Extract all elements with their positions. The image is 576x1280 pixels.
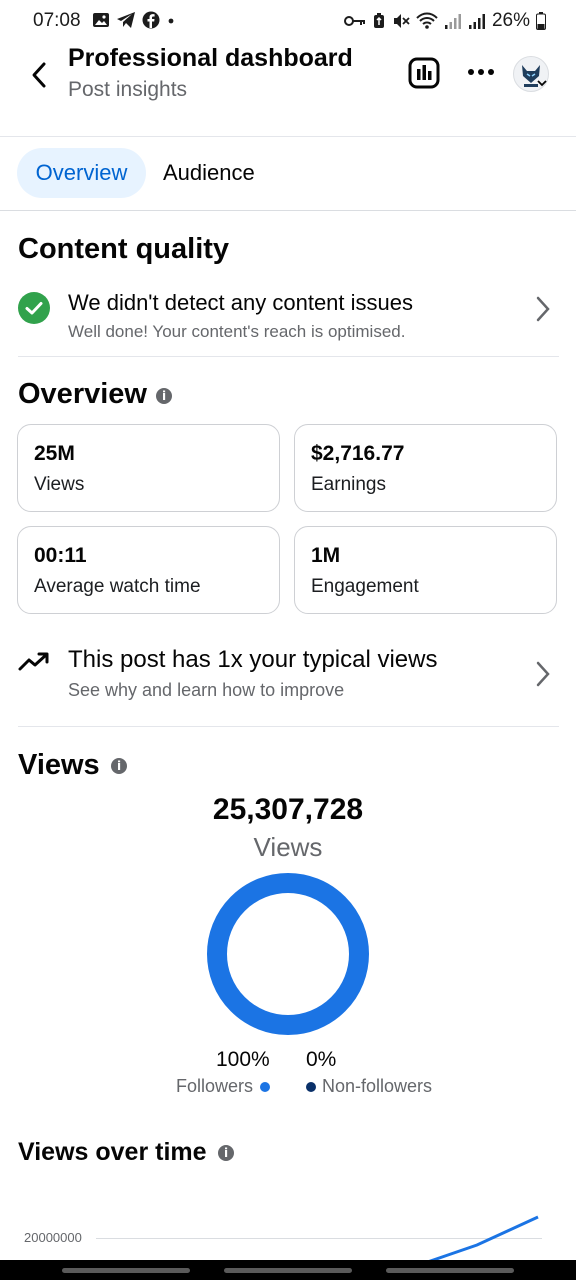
overview-heading: Overview [18,378,147,410]
page-subtitle: Post insights [68,78,188,101]
legend-followers-label: Followers [176,1076,254,1096]
status-bar: 07:08 26% [0,0,576,40]
notification-icons [92,11,176,29]
nav-recent-apps[interactable] [62,1268,190,1273]
views-total: 25,307,728 [212,793,364,826]
system-navigation-bar [0,1260,576,1280]
views-heading: Views [18,749,100,781]
metric-label: Earnings [311,474,386,495]
page-title: Professional dashboard [68,44,353,72]
trending-up-icon [18,652,49,671]
system-icons: 26% [343,10,546,32]
vpn-key-icon [343,16,365,26]
chevron-down-icon[interactable] [536,78,548,88]
more-options-icon[interactable] [466,64,496,80]
chevron-right-icon [536,296,550,322]
alarm-icon [373,13,384,28]
back-arrow-icon[interactable] [26,58,54,92]
content-quality-subtitle: Well done! Your content's reach is optim… [68,322,406,341]
metric-label: Engagement [311,576,419,597]
metric-card-views[interactable]: 25M Views [17,424,280,512]
facebook-icon [142,11,160,29]
content-quality-title: We didn't detect any content issues [68,290,413,315]
followers-percent: 100% [216,1048,270,1071]
content-quality-row[interactable]: We didn't detect any content issues Well… [0,280,576,356]
mute-icon [393,14,410,28]
info-icon[interactable]: i [218,1145,234,1161]
checkmark-circle-icon [18,292,50,324]
views-donut-chart [207,873,369,1035]
nav-home[interactable] [224,1268,352,1273]
telegram-icon [117,12,135,28]
more-notifications-dot-icon [168,18,174,24]
content-quality-heading: Content quality [18,233,230,265]
status-time: 07:08 [33,10,81,31]
metric-card-engagement[interactable]: 1M Engagement [294,526,557,614]
tab-bar: Overview Audience [0,137,576,211]
metric-value: 25M [34,442,75,465]
metric-value: 1M [311,544,341,567]
signal-icon-1 [444,14,461,29]
info-icon[interactable]: i [156,388,172,404]
views-over-time-chart [428,1215,539,1260]
metric-card-earnings[interactable]: $2,716.77 Earnings [294,424,557,512]
metric-value: 00:11 [34,544,87,567]
legend-followers-dot [260,1082,270,1092]
typical-views-row[interactable]: This post has 1x your typical views See … [0,640,576,720]
divider [18,726,559,727]
metric-card-average-watch-time[interactable]: 00:11 Average watch time [17,526,280,614]
views-series-line [428,1215,539,1260]
views-over-time-heading: Views over time [18,1138,207,1166]
donut-segment-followers [207,873,369,1035]
chevron-right-icon [536,661,550,687]
bar-chart-icon[interactable] [408,57,440,89]
typical-views-subtitle: See why and learn how to improve [68,680,345,700]
metric-label: Views [34,474,85,495]
nav-back[interactable] [386,1268,514,1273]
tab-audience[interactable]: Audience [163,148,255,198]
divider [18,356,559,357]
legend-non-followers-dot [306,1082,316,1092]
metric-value: $2,716.77 [311,442,405,465]
typical-views-title: This post has 1x your typical views [68,646,438,673]
wifi-icon [416,12,438,29]
legend-non-followers-label: Non-followers [322,1076,433,1096]
tab-overview[interactable]: Overview [17,148,146,198]
views-total-label: Views [253,832,323,862]
battery-percent: 26% [491,10,530,31]
app-header: Professional dashboard Post insights [0,40,576,137]
gallery-icon [93,13,109,27]
info-icon[interactable]: i [111,758,127,774]
signal-icon-2 [468,14,485,29]
non-followers-percent: 0% [306,1048,337,1071]
battery-icon [536,12,546,30]
metric-label: Average watch time [34,576,201,597]
